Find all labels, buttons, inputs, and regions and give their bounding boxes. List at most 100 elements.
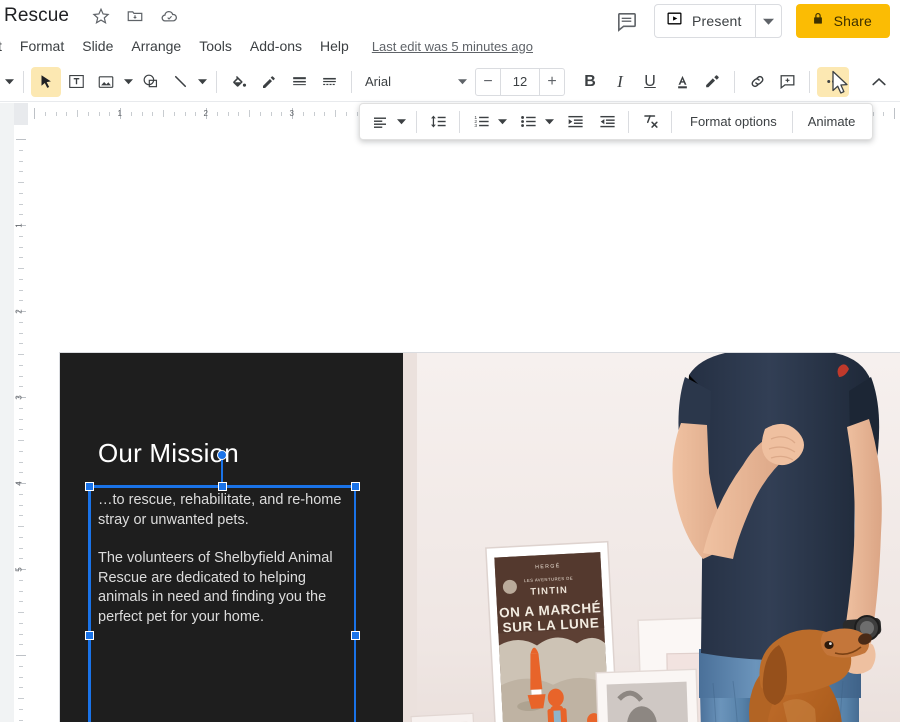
ruler-tick — [894, 108, 895, 119]
highlight-color-icon[interactable] — [697, 67, 727, 97]
slide-surface[interactable]: Our Mission …to rescue, rehabilitate, an… — [60, 353, 900, 722]
decrease-font-size-button[interactable]: − — [476, 69, 500, 95]
image-tool-icon[interactable] — [91, 67, 121, 97]
animate-button[interactable]: Animate — [797, 108, 867, 136]
menu-item-addons[interactable]: Add-ons — [241, 35, 311, 57]
image-tool-caret[interactable] — [121, 77, 135, 86]
ruler-tick — [303, 112, 304, 116]
toolbar-divider-4 — [734, 71, 735, 93]
panel-divider-2 — [459, 111, 460, 133]
numbered-list-icon[interactable]: 1 2 3 — [467, 108, 495, 136]
ruler-tick — [19, 419, 23, 420]
menu-item-tools[interactable]: Tools — [190, 35, 241, 57]
clear-formatting-icon[interactable] — [636, 108, 664, 136]
toolbar-divider-2 — [216, 71, 217, 93]
filmstrip-edge — [0, 103, 14, 722]
ruler-corner — [14, 103, 28, 125]
ruler-tick — [19, 591, 23, 592]
ruler-tick — [18, 440, 24, 441]
fill-color-icon[interactable] — [224, 67, 254, 97]
panel-divider-5 — [792, 111, 793, 133]
svg-text:TINTIN: TINTIN — [530, 585, 568, 598]
ruler-tick — [19, 623, 23, 624]
ruler-tick — [19, 204, 23, 205]
move-to-folder-icon[interactable] — [125, 6, 145, 26]
star-icon[interactable] — [91, 6, 111, 26]
ruler-tick — [19, 472, 23, 473]
line-dash-icon[interactable] — [314, 67, 344, 97]
ruler-tick — [19, 290, 23, 291]
cloud-saved-icon[interactable] — [159, 6, 179, 26]
bulleted-list-caret[interactable] — [542, 117, 557, 126]
format-options-button[interactable]: Format options — [679, 108, 788, 136]
increase-indent-icon[interactable] — [593, 108, 621, 136]
line-tool-icon[interactable] — [165, 67, 195, 97]
line-weight-icon[interactable] — [284, 67, 314, 97]
insert-link-icon[interactable] — [742, 67, 772, 97]
ruler-tick — [324, 112, 325, 116]
ruler-tick — [19, 505, 23, 506]
underline-button[interactable]: U — [635, 67, 665, 97]
present-icon — [666, 10, 683, 32]
slide-body-paragraph-1: …to rescue, rehabilitate, and re-home st… — [98, 491, 356, 530]
ruler-tick — [18, 612, 24, 613]
line-tool-group[interactable] — [165, 67, 209, 97]
select-tool-icon[interactable] — [31, 67, 61, 97]
italic-button[interactable]: I — [605, 67, 635, 97]
image-tool-group[interactable] — [91, 67, 135, 97]
textbox-tool-icon[interactable] — [61, 67, 91, 97]
ruler-tick — [19, 644, 23, 645]
ruler-tick — [19, 161, 23, 162]
ruler-tick — [56, 112, 57, 116]
menu-item-insert[interactable]: t — [0, 35, 11, 57]
comment-history-icon[interactable] — [614, 8, 640, 34]
undo-redo-overflow-caret[interactable] — [2, 77, 16, 86]
document-title[interactable]: Rescue — [4, 5, 69, 27]
menu-item-help[interactable]: Help — [311, 35, 358, 57]
align-caret[interactable] — [394, 117, 409, 126]
last-edit-link[interactable]: Last edit was 5 minutes ago — [372, 39, 533, 54]
ruler-tick — [19, 634, 23, 635]
decrease-indent-icon[interactable] — [561, 108, 589, 136]
ruler-tick — [19, 343, 23, 344]
ruler-tick — [228, 112, 229, 116]
numbered-list-caret[interactable] — [495, 117, 510, 126]
bw-photo-frame — [596, 669, 701, 722]
increase-font-size-button[interactable]: + — [540, 69, 564, 95]
menu-item-format[interactable]: Format — [11, 35, 73, 57]
line-color-icon[interactable] — [254, 67, 284, 97]
bold-button[interactable]: B — [575, 67, 605, 97]
bulleted-list-icon[interactable] — [514, 108, 542, 136]
title-icon-group — [91, 6, 179, 26]
shape-tool-icon[interactable] — [135, 67, 165, 97]
ruler-tick — [152, 112, 153, 116]
ruler-tick — [346, 112, 347, 116]
font-family-select[interactable]: Arial — [359, 69, 471, 95]
slide-photo[interactable]: HERGÉ LES AVENTURES DE TINTIN ON A MARCH… — [403, 353, 900, 722]
text-color-icon[interactable] — [667, 67, 697, 97]
slide-body-textbox[interactable]: …to rescue, rehabilitate, and re-home st… — [98, 491, 356, 627]
vertical-ruler[interactable]: 12345 — [14, 125, 28, 722]
more-options-icon[interactable] — [817, 67, 849, 97]
ruler-tick — [281, 112, 282, 116]
menu-item-arrange[interactable]: Arrange — [122, 35, 190, 57]
font-size-stepper[interactable]: − 12 + — [475, 68, 565, 96]
toolbar-divider-5 — [809, 71, 810, 93]
add-comment-icon[interactable] — [772, 67, 802, 97]
line-tool-caret[interactable] — [195, 77, 209, 86]
font-size-input[interactable]: 12 — [500, 69, 540, 95]
line-spacing-icon[interactable] — [424, 108, 452, 136]
ruler-tick — [77, 110, 78, 117]
ruler-tick — [19, 193, 23, 194]
slide-title-text[interactable]: Our Mission — [98, 438, 368, 469]
ruler-tick — [16, 139, 26, 140]
ruler-tick — [19, 150, 23, 151]
ruler-tick — [19, 451, 23, 452]
ruler-tick — [18, 182, 24, 183]
ruler-tick — [174, 112, 175, 116]
collapse-menus-icon[interactable] — [864, 67, 894, 97]
slide-canvas[interactable]: Our Mission …to rescue, rehabilitate, an… — [28, 125, 900, 722]
ruler-tick — [19, 408, 23, 409]
align-icon[interactable] — [366, 108, 394, 136]
menu-item-slide[interactable]: Slide — [73, 35, 122, 57]
